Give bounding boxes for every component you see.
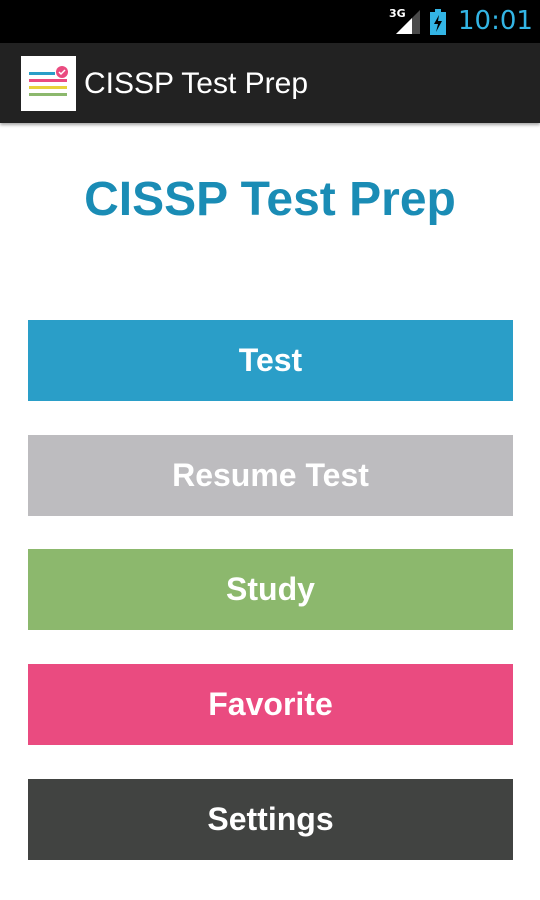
- app-logo-notes-icon[interactable]: [21, 56, 76, 111]
- resume-test-button[interactable]: Resume Test: [28, 435, 513, 516]
- settings-button[interactable]: Settings: [28, 779, 513, 860]
- action-bar: CISSP Test Prep: [0, 43, 540, 123]
- status-clock: 10:01: [458, 6, 533, 36]
- favorite-button[interactable]: Favorite: [28, 664, 513, 745]
- app-title: CISSP Test Prep: [84, 67, 309, 100]
- page-title: CISSP Test Prep: [84, 173, 456, 226]
- test-button[interactable]: Test: [28, 320, 513, 401]
- status-bar: 3G 10:01: [0, 0, 540, 43]
- signal-icon: [396, 10, 420, 34]
- battery-charging-icon: [430, 9, 446, 35]
- study-button[interactable]: Study: [28, 549, 513, 630]
